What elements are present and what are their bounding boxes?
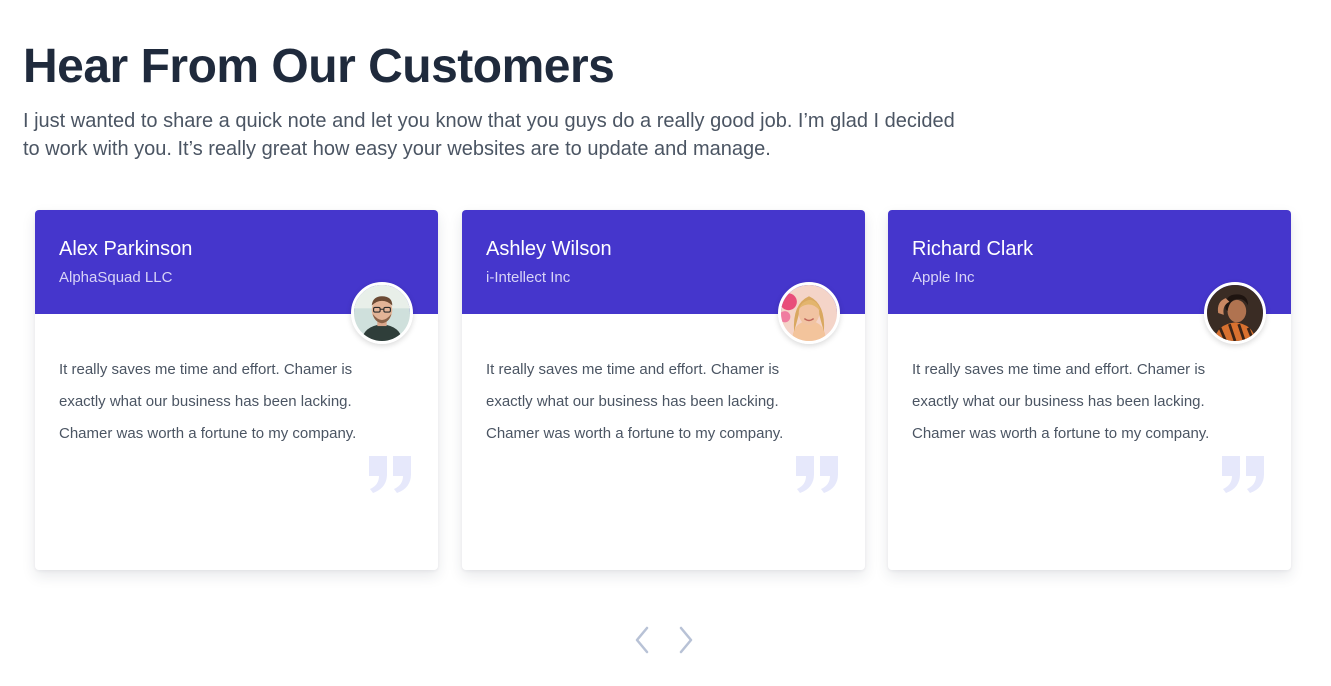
avatar-man-glasses-icon: [354, 285, 410, 341]
section-subtitle: I just wanted to share a quick note and …: [23, 110, 955, 160]
testimonial-text: It really saves me time and effort. Cham…: [486, 361, 784, 442]
avatar: [351, 282, 413, 344]
customer-company: Apple Inc: [912, 269, 975, 286]
quote-icon: [1220, 454, 1268, 494]
avatar-woman-blonde-icon: [781, 285, 837, 341]
chevron-left-icon: [635, 626, 649, 654]
testimonial-card: Richard Clark Apple Inc It really saves …: [888, 210, 1291, 570]
next-button[interactable]: [674, 624, 698, 656]
testimonial-text: It really saves me time and effort. Cham…: [912, 361, 1210, 442]
customer-name: Ashley Wilson: [486, 238, 612, 260]
customer-company: AlphaSquad LLC: [59, 269, 173, 286]
customer-name: Richard Clark: [912, 238, 1034, 260]
testimonial-card: Ashley Wilson i-Intellect Inc It really …: [462, 210, 865, 570]
carousel-navigation: [630, 624, 700, 656]
chevron-right-icon: [679, 626, 693, 654]
quote-icon: [367, 454, 415, 494]
testimonial-card: Alex Parkinson AlphaSquad LLC It really …: [35, 210, 438, 570]
testimonial-text: It really saves me time and effort. Cham…: [59, 361, 357, 442]
testimonials-section: Hear From Our Customers I just wanted to…: [0, 0, 1331, 686]
avatar: [778, 282, 840, 344]
prev-button[interactable]: [630, 624, 654, 656]
testimonial-carousel: Alex Parkinson AlphaSquad LLC It really …: [35, 210, 1291, 570]
section-title: Hear From Our Customers: [23, 40, 615, 93]
quote-icon: [794, 454, 842, 494]
avatar-person-hand-on-head-icon: [1207, 285, 1263, 341]
customer-name: Alex Parkinson: [59, 238, 193, 260]
avatar: [1204, 282, 1266, 344]
customer-company: i-Intellect Inc: [486, 269, 571, 286]
